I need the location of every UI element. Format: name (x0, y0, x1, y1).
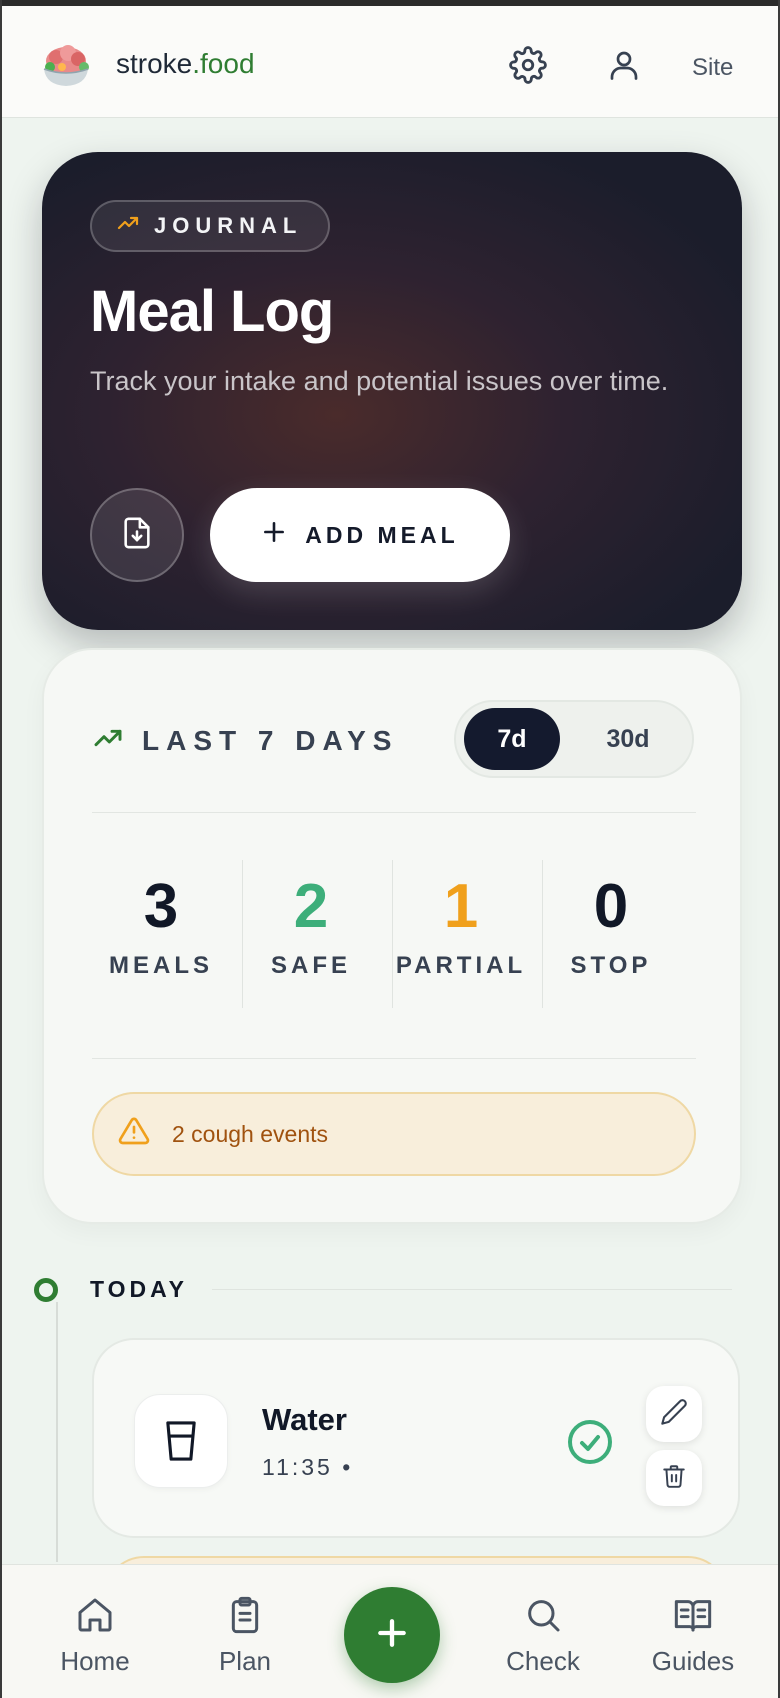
search-icon (523, 1600, 563, 1639)
meal-name: Water (262, 1402, 347, 1437)
cough-alert[interactable]: 2 cough events (92, 1092, 696, 1176)
stat-label: MEALS (109, 952, 213, 979)
stat-value: 1 (443, 872, 479, 941)
stat-value: 0 (593, 872, 629, 941)
timeline-dot (34, 1278, 58, 1302)
stats-card: LAST 7 DAYS 7d 30d 3 MEALS 2 SAFE 1 PART… (42, 648, 742, 1224)
brand-main: stroke (116, 48, 193, 79)
export-button[interactable] (90, 488, 184, 582)
nav-label: Plan (218, 1646, 272, 1676)
profile-icon[interactable] (602, 43, 646, 87)
stat-safe: 2 SAFE (236, 860, 386, 1010)
divider (92, 1058, 696, 1059)
stat-meals: 3 MEALS (86, 860, 236, 1010)
stat-value: 2 (293, 872, 329, 941)
hero-card: JOURNAL Meal Log Track your intake and p… (42, 152, 742, 630)
warning-icon (118, 1115, 150, 1153)
plus-icon (372, 1613, 412, 1658)
delete-button[interactable] (646, 1450, 702, 1506)
range-toggle: 7d 30d (454, 700, 694, 778)
timeline-line (56, 1302, 58, 1562)
book-icon (672, 1600, 714, 1639)
page-subtitle: Track your intake and potential issues o… (90, 366, 669, 396)
edit-button[interactable] (646, 1386, 702, 1442)
trash-icon (661, 1463, 687, 1494)
brand-name[interactable]: stroke.food (116, 48, 255, 80)
add-meal-label: ADD MEAL (305, 521, 459, 548)
trend-up-icon (92, 722, 124, 759)
pencil-icon (660, 1398, 688, 1431)
meal-meta: 11:35 • (262, 1454, 354, 1480)
journal-pill-label: JOURNAL (154, 213, 303, 238)
stat-value: 3 (143, 872, 179, 941)
nav-label: Check (506, 1646, 580, 1676)
range-option-7d[interactable]: 7d (464, 708, 560, 770)
plus-icon (261, 519, 287, 551)
timeline-rule (212, 1289, 732, 1290)
stat-stop: 0 STOP (536, 860, 686, 1010)
glass-icon (134, 1394, 228, 1488)
bottom-nav: Home Plan Check Guides (2, 1564, 778, 1698)
stats-header: LAST 7 DAYS (92, 722, 398, 759)
stat-label: STOP (570, 952, 652, 979)
stat-label: PARTIAL (395, 952, 527, 979)
range-option-30d[interactable]: 30d (576, 708, 680, 770)
window-left-border (0, 0, 2, 1698)
nav-home[interactable]: Home (30, 1595, 160, 1677)
nav-guides[interactable]: Guides (628, 1595, 758, 1677)
divider (92, 812, 696, 813)
stat-partial: 1 PARTIAL (386, 860, 536, 1010)
site-link[interactable]: Site (692, 54, 733, 82)
logo-bowl-icon[interactable] (40, 43, 92, 89)
add-meal-button[interactable]: ADD MEAL (210, 488, 510, 582)
nav-label: Guides (651, 1646, 735, 1676)
brand-accent: .food (192, 48, 255, 79)
trend-up-icon (116, 211, 140, 241)
clipboard-icon (225, 1596, 265, 1639)
nav-plan[interactable]: Plan (180, 1595, 310, 1677)
top-header: stroke.food Site (2, 6, 778, 118)
home-icon (75, 1598, 115, 1639)
nav-label: Home (60, 1646, 130, 1676)
settings-icon[interactable] (506, 43, 550, 87)
safe-check-icon (566, 1418, 614, 1471)
stat-label: SAFE (270, 952, 351, 979)
export-file-icon (120, 516, 154, 555)
add-fab-button[interactable] (344, 1587, 440, 1683)
timeline-group-label: TODAY (90, 1276, 188, 1302)
meal-entry[interactable]: Water 11:35 • (92, 1338, 740, 1538)
nav-check[interactable]: Check (478, 1595, 608, 1677)
page-title: Meal Log (90, 279, 334, 344)
stats-title: LAST 7 DAYS (142, 724, 399, 756)
alert-text: 2 cough events (172, 1120, 329, 1147)
journal-pill: JOURNAL (90, 200, 331, 252)
